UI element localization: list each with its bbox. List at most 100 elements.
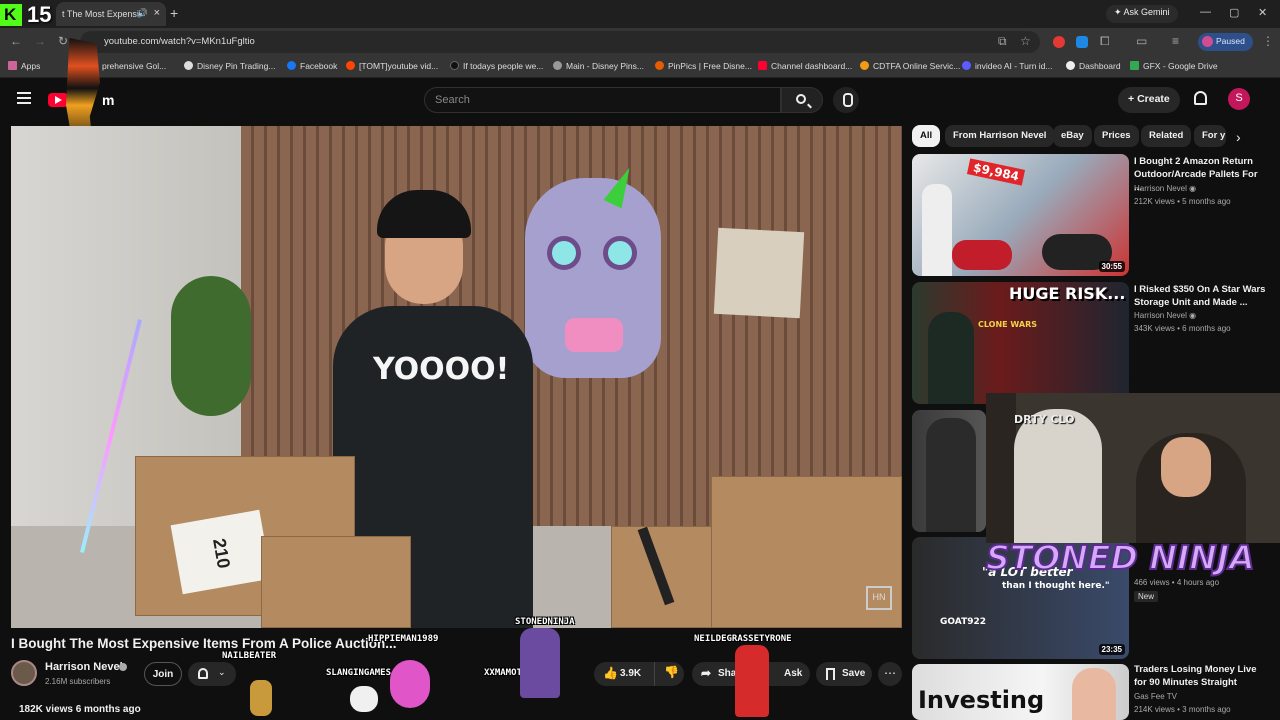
webcam-person-left <box>1014 409 1102 543</box>
save-button[interactable]: Save <box>816 662 872 686</box>
thumb-quote-2: than I thought here." <box>1002 581 1110 591</box>
like-button[interactable]: 👍 3.9K <box>594 662 654 686</box>
extensions-puzzle-icon[interactable]: ⧠ <box>1100 34 1110 49</box>
rec-meta: 212K views • 5 months ago <box>1134 197 1231 206</box>
subscription-bell-button[interactable]: ⌄ <box>188 662 236 686</box>
skull-mouth <box>565 318 623 352</box>
rec-channel[interactable]: Gas Fee TV <box>1134 692 1177 701</box>
chip-for-you[interactable]: For y <box>1194 125 1226 147</box>
browser-tab-active[interactable]: t The Most Expensi 🔊 × <box>56 2 166 26</box>
bookmark-item[interactable]: PinPics | Free Disne... <box>655 61 752 71</box>
chip-from-harrison-nevel[interactable]: From Harrison Nevel <box>945 125 1055 147</box>
url-text: youtube.com/watch?v=MKn1uFgltio <box>104 36 255 47</box>
rec-channel[interactable]: Harrison Nevel ◉ <box>1134 311 1196 320</box>
create-label: Create <box>1137 93 1170 105</box>
address-bar[interactable]: youtube.com/watch?v=MKn1uFgltio <box>80 31 1040 53</box>
thumb-price-tag: $9,984 <box>966 158 1026 186</box>
voice-search-mic-icon[interactable] <box>833 87 859 113</box>
dislike-button[interactable]: 👎 <box>654 662 684 686</box>
shirt-text: YOOOO! <box>373 352 510 387</box>
chevron-down-icon: ⌄ <box>218 667 226 677</box>
minimize-icon[interactable]: — <box>1200 6 1211 18</box>
cast-icon[interactable]: ⧉ <box>998 34 1007 49</box>
new-tab-icon[interactable]: + <box>170 5 178 21</box>
bookmark-label: Dashboard <box>1079 61 1121 71</box>
video-title: I Bought The Most Expensive Items From A… <box>11 636 397 651</box>
video-player[interactable]: YOOOO! 210 HN <box>11 126 902 628</box>
reddit-icon <box>346 61 355 70</box>
rec-thumbnail[interactable] <box>912 410 986 532</box>
bookmark-item[interactable]: Disney Pin Trading... <box>184 61 275 71</box>
restore-icon[interactable]: ▢ <box>1229 6 1239 19</box>
extension-blue-icon[interactable] <box>1076 36 1088 48</box>
bookmark-item[interactable]: Channel dashboard... <box>758 61 852 71</box>
verified-icon: ◉ <box>1189 311 1197 320</box>
youtube-logo-icon[interactable] <box>48 93 68 107</box>
media-controls-icon[interactable]: ≡ <box>1172 34 1179 48</box>
extension-red-icon[interactable] <box>1053 36 1065 48</box>
forward-icon[interactable]: → <box>34 34 46 48</box>
sprite-name: STONEDNINJA <box>515 617 575 627</box>
rec-thumbnail[interactable]: Investing <box>912 664 1129 720</box>
bookmark-item[interactable]: If todays people we... <box>450 61 543 71</box>
tab-search-icon[interactable]: ▭ <box>1136 34 1147 48</box>
bookmark-item[interactable]: CDTFA Online Servic... <box>860 61 960 71</box>
account-avatar[interactable]: S <box>1228 88 1250 110</box>
chevron-right-icon[interactable]: › <box>1236 129 1241 145</box>
share-arrow-icon: ➦ <box>701 666 712 680</box>
bookmark-star-icon[interactable]: ☆ <box>1020 34 1031 48</box>
bookmark-icon <box>826 668 835 680</box>
bookmark-item[interactable]: Facebook <box>287 61 337 71</box>
browser-menu-icon[interactable]: ⋮ <box>1262 34 1274 48</box>
search-button[interactable] <box>781 87 823 113</box>
reload-icon[interactable]: ↻ <box>58 34 68 48</box>
close-tab-icon[interactable]: × <box>154 7 160 19</box>
apps-grid-icon <box>8 61 17 70</box>
rec-channel[interactable]: Harrison Nevel ◉ <box>1134 184 1196 193</box>
rec-title[interactable]: Traders Losing Money Live for 90 Minutes… <box>1134 663 1266 689</box>
notifications-bell-icon[interactable] <box>1194 91 1207 105</box>
youtube-logo-text[interactable]: m <box>102 92 114 108</box>
thumb-person <box>926 418 976 532</box>
channel-name[interactable]: Harrison Nevel <box>45 661 123 673</box>
chip-related[interactable]: Related <box>1141 125 1192 147</box>
channel-avatar[interactable] <box>11 660 37 686</box>
back-icon[interactable]: ← <box>10 34 22 48</box>
rec-thumbnail[interactable]: $9,984 30:55 <box>912 154 1129 276</box>
cdtfa-icon <box>860 61 869 70</box>
profile-avatar-icon <box>1202 36 1213 47</box>
ask-gemini-button[interactable]: ✦ Ask Gemini <box>1106 5 1178 23</box>
tiktok-icon <box>450 61 459 70</box>
channel-watermark[interactable]: HN <box>866 586 892 610</box>
rec-meta: 466 views • 4 hours ago <box>1134 578 1220 587</box>
facebook-icon <box>287 61 296 70</box>
bookmark-item[interactable]: invideo AI - Turn id... <box>962 61 1052 71</box>
search-input[interactable] <box>424 87 781 113</box>
chip-prices[interactable]: Prices <box>1094 125 1139 147</box>
bookmark-label: invideo AI - Turn id... <box>975 61 1053 71</box>
sprite-character-white <box>350 686 378 712</box>
chip-ebay[interactable]: eBay <box>1053 125 1092 147</box>
chip-all[interactable]: All <box>912 125 941 147</box>
subscriber-count: 2.16M subscribers <box>45 677 111 686</box>
bookmark-item[interactable]: GFX - Google Drive <box>1130 61 1218 71</box>
bookmark-item[interactable]: Apps <box>8 61 40 71</box>
bookmark-item[interactable]: Dashboard <box>1066 61 1121 71</box>
bookmark-item[interactable]: [TOMT]youtube vid... <box>346 61 438 71</box>
tab-title: t The Most Expensi <box>62 9 139 19</box>
bookmark-item[interactable]: prehensive Gol... <box>102 61 166 71</box>
bookmarks-bar: Apps prehensive Gol... Disney Pin Tradin… <box>0 56 1280 78</box>
sprite-character-ninja <box>520 628 560 698</box>
thumbs-up-icon: 👍 <box>603 666 618 680</box>
close-window-icon[interactable]: ✕ <box>1258 6 1267 19</box>
join-button[interactable]: Join <box>144 662 182 686</box>
more-actions-icon[interactable]: ⋯ <box>878 662 902 686</box>
rec-title[interactable]: I Risked $350 On A Star Wars Storage Uni… <box>1134 283 1266 309</box>
create-button[interactable]: + Create <box>1118 87 1180 113</box>
speaker-icon[interactable]: 🔊 <box>137 8 148 19</box>
profile-paused-button[interactable]: Paused <box>1198 33 1253 51</box>
rec-thumbnail[interactable]: HUGE RISK... CLONE WARS <box>912 282 1129 404</box>
hamburger-menu-icon[interactable] <box>17 92 31 104</box>
bookmark-item[interactable]: Main - Disney Pins... <box>553 61 644 71</box>
thumb-person <box>922 184 952 276</box>
